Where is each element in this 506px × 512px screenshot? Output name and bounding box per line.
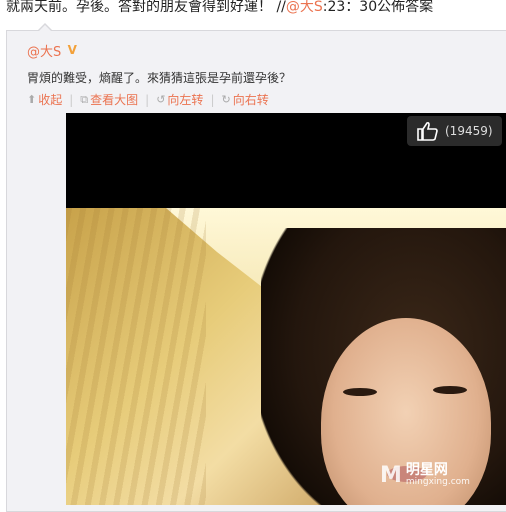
watermark-name: 明星网 [405,462,448,479]
divider: | [145,92,150,107]
post-text-prefix: 就兩天前。孕後。答對的朋友會得到好運！ // [6,0,286,15]
repost-body: 胃煩的難受，熵醒了。來猜猜這張是孕前還孕後？ [27,71,292,85]
post-text: 就兩天前。孕後。答對的朋友會得到好運！ //@大S:23：30公佈答案 [6,0,433,16]
like-button[interactable]: (19459) [407,116,502,146]
rotate-left-icon: ↺ [156,93,166,106]
site-logo-icon: M [380,463,402,488]
divider: | [210,92,215,107]
image-actions: ⬆ 收起 | ⧉ 查看大图 | ↺ 向左转 | ↻ 向右转 [27,91,269,108]
rotate-right-button[interactable]: ↻ 向右转 [221,91,268,108]
view-large-button[interactable]: ⧉ 查看大图 [80,91,138,108]
rotate-left-button[interactable]: ↺ 向左转 [156,91,203,108]
site-watermark: M 明星网 mingxing.com [380,463,470,488]
post-photo[interactable] [66,113,506,505]
verified-badge-icon: V [67,43,77,57]
expand-image-icon: ⧉ [80,92,89,106]
collapse-button[interactable]: ⬆ 收起 [27,91,62,108]
up-arrow-icon: ⬆ [27,93,37,106]
like-count: (19459) [445,124,493,138]
divider: | [69,92,74,107]
rotate-right-icon: ↻ [221,93,231,106]
thumbs-up-icon [417,121,438,141]
watermark-url: mingxing.com [405,477,470,488]
post-mention-link[interactable]: @大S [286,0,323,15]
photo-image [66,208,506,505]
repost-author[interactable]: @大S V [27,41,79,61]
author-link[interactable]: @大S [27,41,61,60]
post-text-suffix: :23：30公佈答案 [322,0,434,15]
